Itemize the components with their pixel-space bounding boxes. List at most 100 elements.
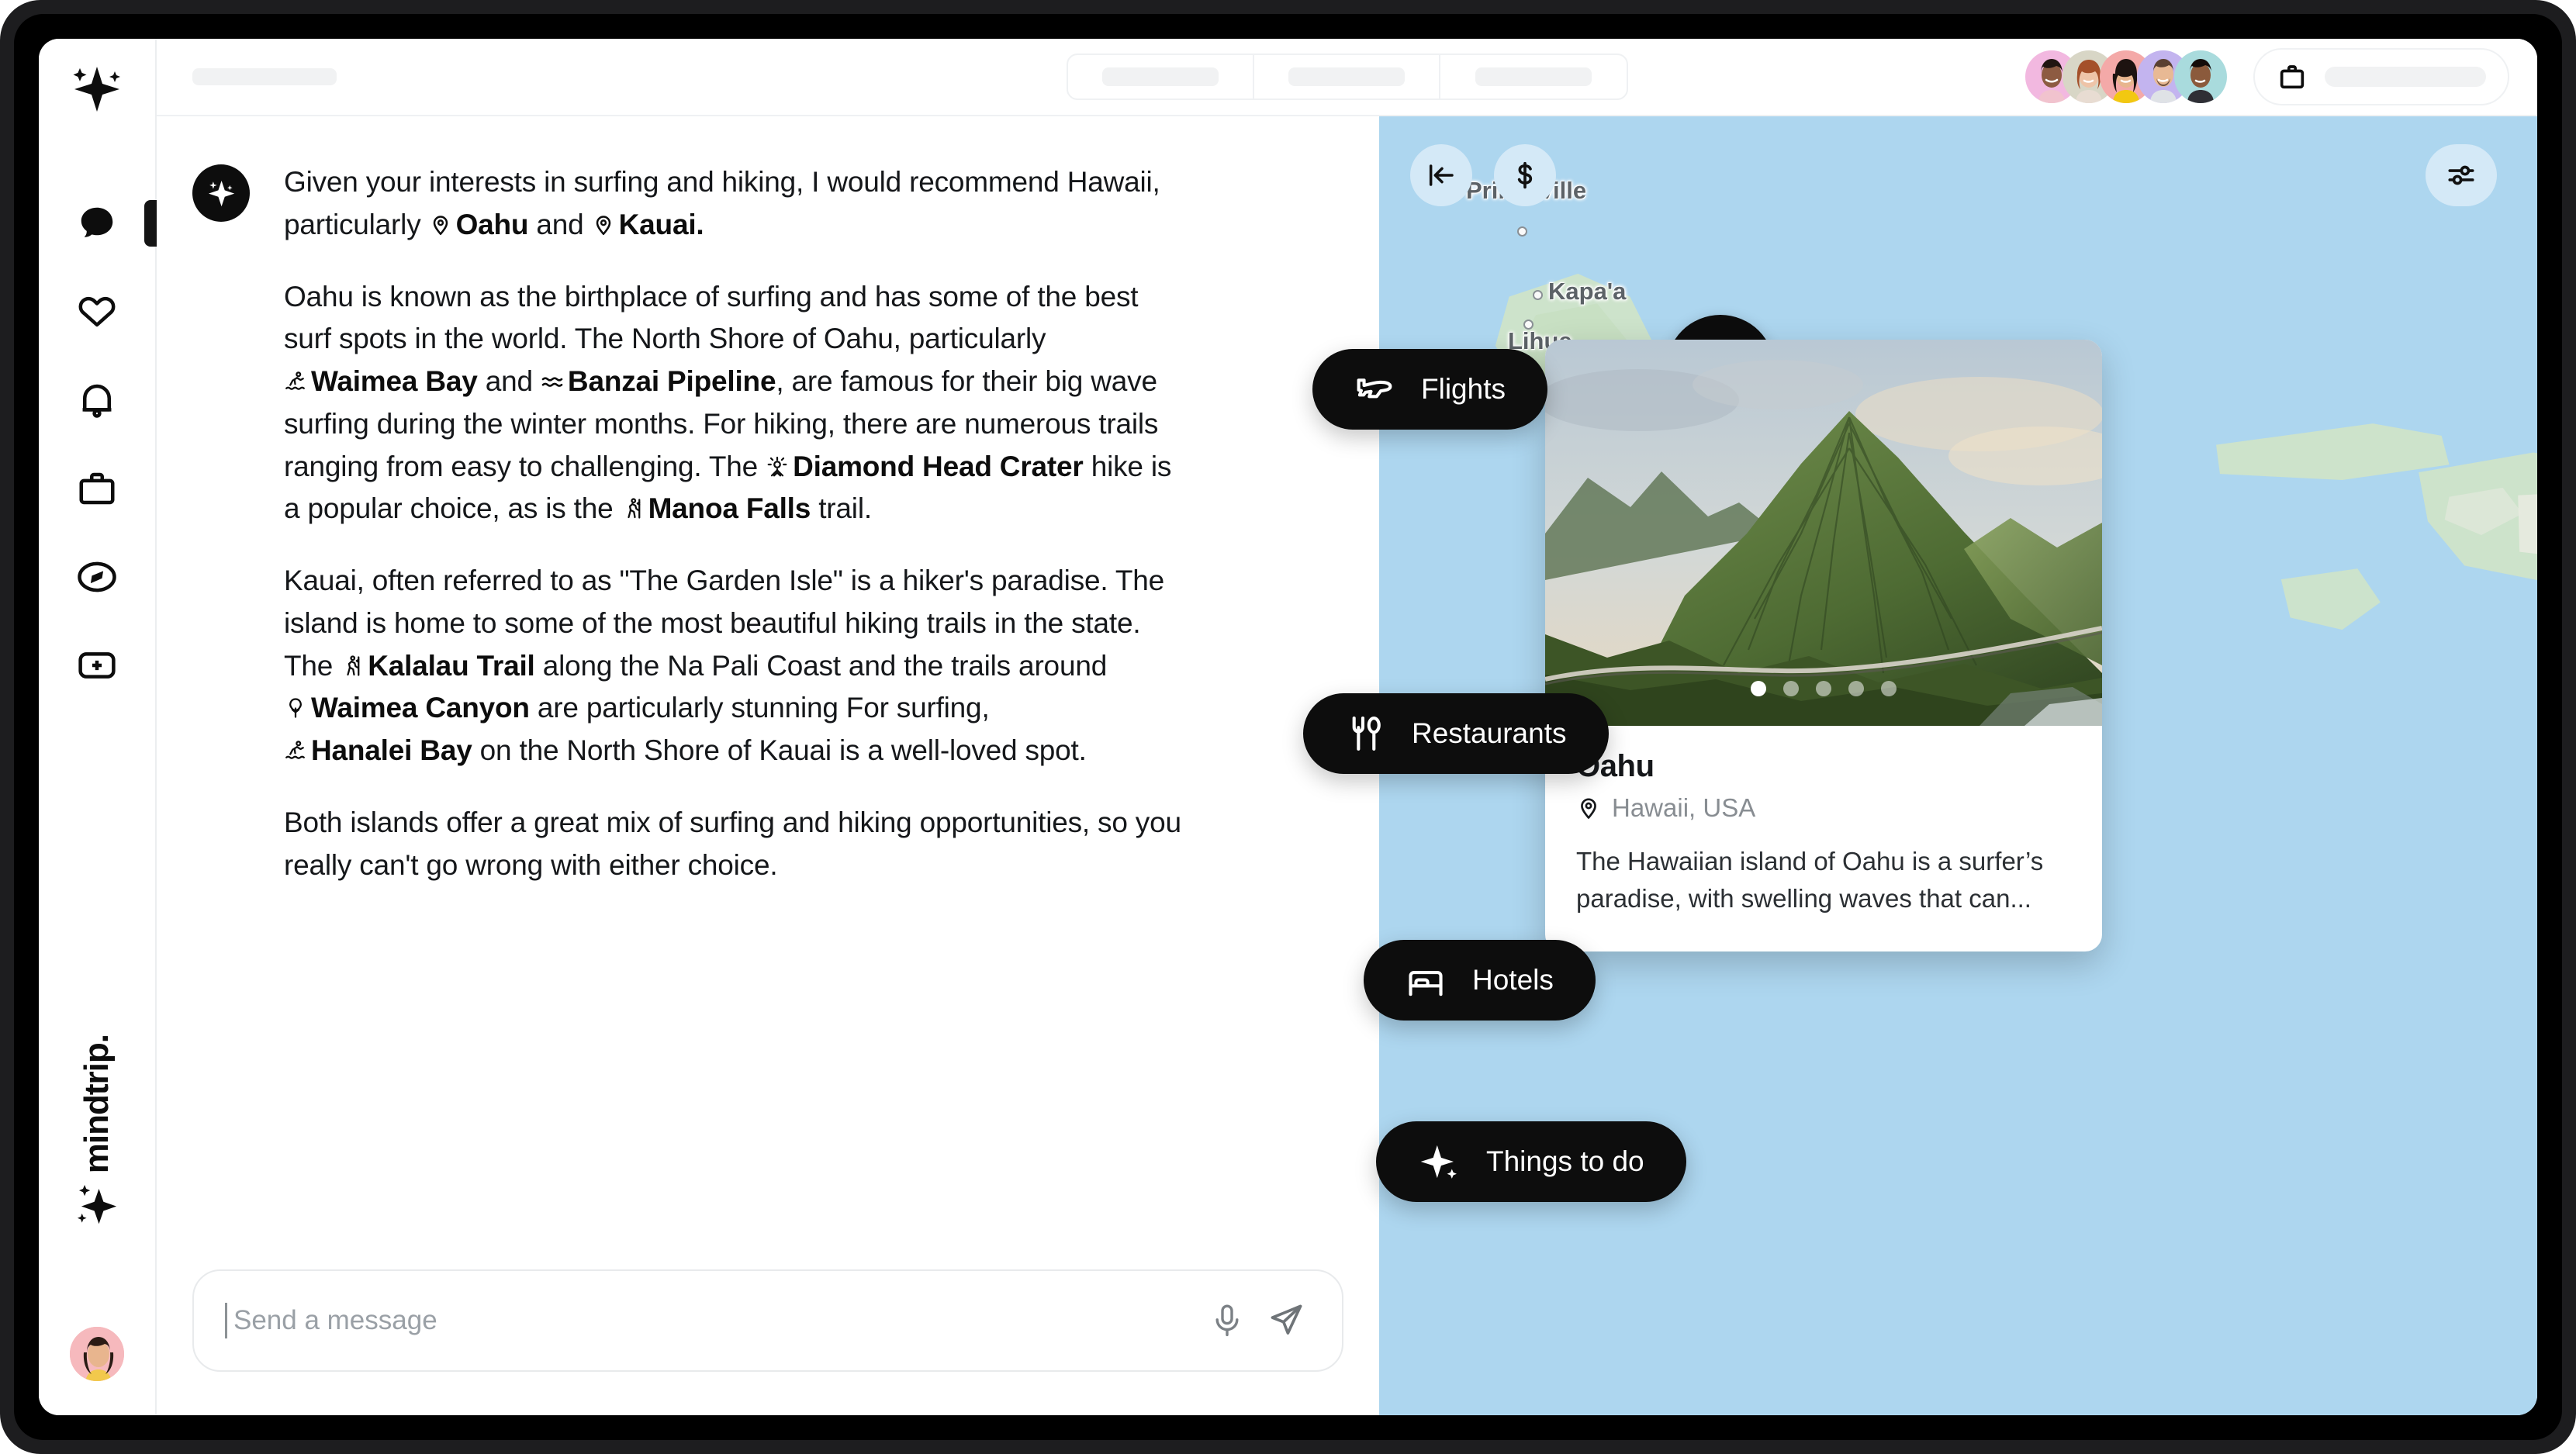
main-area: Given your interests in surfing and hiki… (157, 39, 2537, 1415)
assistant-text: trail. (811, 492, 872, 525)
entity-label: Waimea Canyon (311, 692, 530, 724)
sidebar-item-create[interactable] (73, 641, 121, 689)
left-sidebar: mindtrip. (39, 39, 157, 1415)
top-bar (157, 39, 2537, 116)
sparkle-icon (1420, 1145, 1457, 1179)
bed-icon (1409, 970, 1443, 996)
plane-icon (1357, 378, 1392, 399)
content-split: Given your interests in surfing and hiki… (157, 116, 2537, 1415)
entity-link[interactable]: Waimea Canyon (284, 692, 530, 724)
brand-sparkle-icon (77, 1185, 117, 1224)
poi-title: Oahu (1576, 749, 1655, 783)
photo-carousel-dots (1545, 681, 2102, 696)
send-icon[interactable] (1266, 1300, 1306, 1341)
sidebar-item-chat[interactable] (73, 199, 157, 247)
top-bar-right (2025, 48, 2509, 105)
assistant-paragraph: Oahu is known as the birthplace of surfi… (284, 276, 1184, 531)
category-label: Hotels (1472, 964, 1554, 996)
user-avatar[interactable] (68, 1325, 126, 1383)
chat-scroll-area[interactable]: Given your interests in surfing and hiki… (157, 116, 1379, 1269)
location-pin-icon (1581, 798, 1596, 819)
collapse-panel-button[interactable] (1410, 144, 1472, 206)
entity-label: Diamond Head Crater (793, 450, 1084, 482)
entity-link[interactable]: Manoa Falls (621, 492, 811, 524)
sliders-icon (2448, 165, 2474, 185)
assistant-text: and (477, 365, 541, 397)
assistant-text: on the North Shore of Kauai is a well-lo… (472, 734, 1087, 766)
entity-link[interactable]: Diamond Head Crater (766, 451, 1084, 482)
entity-label: Manoa Falls (648, 492, 811, 525)
message-composer[interactable] (192, 1269, 1343, 1372)
poi-location: Hawaii, USA (1576, 793, 2071, 823)
microphone-icon[interactable] (1208, 1302, 1246, 1339)
category-label: Flights (1421, 373, 1506, 405)
carousel-dot[interactable] (1881, 681, 1897, 696)
view-switcher-tab-1[interactable] (1068, 55, 1254, 98)
entity-link[interactable]: Oahu (429, 209, 529, 240)
map-filters-button[interactable] (2426, 144, 2497, 206)
poi-photo (1545, 340, 2102, 726)
view-switcher (1066, 54, 1628, 100)
category-label: Things to do (1486, 1145, 1644, 1177)
brand-lockup: mindtrip. (39, 1034, 155, 1229)
cutlery-icon (1352, 717, 1381, 751)
sidebar-item-notifications[interactable] (73, 376, 121, 424)
assistant-text: are particularly stunning For surfing, (529, 692, 990, 724)
sidebar-item-saved[interactable] (73, 288, 121, 336)
entity-link[interactable]: Kauai. (592, 209, 704, 240)
carousel-dot[interactable] (1816, 681, 1831, 696)
category-things-to-do-button[interactable]: Things to do (1376, 1121, 1686, 1202)
sidebar-active-indicator (144, 200, 157, 247)
trip-selector[interactable] (2253, 48, 2509, 105)
app-logo-icon[interactable] (68, 62, 126, 123)
poi-description: The Hawaiian island of Oahu is a surfer’… (1576, 847, 2044, 913)
assistant-text: Oahu is known as the birthplace of surfi… (284, 280, 1139, 355)
entity-label: Kalalau Trail (368, 649, 535, 682)
dollar-icon (1517, 161, 1533, 189)
composer-wrapper (157, 1269, 1379, 1415)
assistant-avatar-icon (192, 164, 250, 222)
poi-location-text: Hawaii, USA (1612, 793, 1756, 822)
sidebar-nav (73, 199, 157, 689)
collapse-left-icon (1429, 164, 1454, 186)
brand-name: mindtrip. (78, 1034, 116, 1173)
sidebar-item-trips[interactable] (73, 465, 121, 513)
collaborator-avatars (2025, 50, 2227, 103)
map-place-dot (1517, 226, 1527, 237)
prices-button[interactable] (1494, 144, 1556, 206)
device-bezel: mindtrip. Given your interests in surfin… (14, 14, 2562, 1440)
entity-link[interactable]: Banzai Pipeline (541, 365, 776, 397)
trip-name-placeholder (2325, 67, 2486, 87)
app-window: mindtrip. Given your interests in surfin… (39, 39, 2537, 1415)
carousel-dot[interactable] (1848, 681, 1864, 696)
chat-panel: Given your interests in surfing and hiki… (157, 116, 1379, 1415)
assistant-text: and (528, 208, 592, 240)
assistant-paragraph: Given your interests in surfing and hiki… (284, 161, 1184, 247)
breadcrumb-placeholder[interactable] (192, 68, 337, 85)
carousel-dot[interactable] (1783, 681, 1799, 696)
entity-label: Kauai. (618, 208, 704, 240)
sidebar-item-explore[interactable] (73, 553, 121, 601)
briefcase-icon (2280, 65, 2305, 89)
entity-link[interactable]: Hanalei Bay (284, 734, 472, 766)
entity-label: Banzai Pipeline (567, 365, 776, 397)
category-restaurants-button[interactable]: Restaurants (1303, 693, 1609, 774)
carousel-dot[interactable] (1751, 681, 1766, 696)
entity-label: Oahu (455, 208, 529, 240)
entity-link[interactable]: Kalalau Trail (341, 649, 535, 682)
view-switcher-tab-3[interactable] (1440, 55, 1627, 98)
assistant-text: Both islands offer a great mix of surfin… (284, 806, 1181, 881)
avatar[interactable] (2174, 50, 2227, 103)
poi-photo-image (1545, 340, 2102, 726)
poi-info: Oahu Hawaii, USA The Hawaiian island of … (1545, 726, 2102, 951)
entity-label: Hanalei Bay (311, 734, 472, 766)
view-switcher-tab-2[interactable] (1254, 55, 1440, 98)
category-label: Restaurants (1412, 717, 1567, 749)
category-hotels-button[interactable]: Hotels (1364, 940, 1596, 1021)
entity-link[interactable]: Waimea Bay (284, 365, 478, 397)
assistant-paragraph: Kauai, often referred to as "The Garden … (284, 560, 1184, 772)
category-flights-button[interactable]: Flights (1312, 349, 1547, 430)
device-frame: mindtrip. Given your interests in surfin… (0, 0, 2576, 1454)
message-input[interactable] (233, 1305, 1188, 1336)
poi-card[interactable]: Oahu Hawaii, USA The Hawaiian island of … (1545, 340, 2102, 952)
